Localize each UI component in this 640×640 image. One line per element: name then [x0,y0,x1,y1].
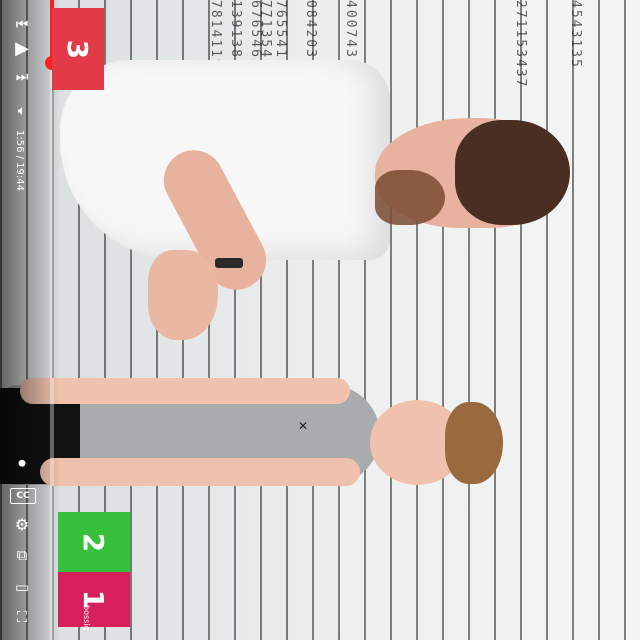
wristwatch [215,258,243,268]
theater-icon[interactable]: ▭ [12,580,32,595]
play-icon[interactable]: ▶ [12,40,32,58]
wall-number-column: 4543135 [568,0,583,69]
person-arm [40,458,360,486]
person-arm [20,378,350,404]
score-box-three: 3 [52,8,104,90]
fullscreen-icon[interactable]: ⛶ [12,610,32,625]
wall-number-column: 271153437 [513,0,528,89]
skip-previous-icon[interactable]: ⏮ [12,18,32,32]
score-value: 2 [77,532,111,552]
volume-icon[interactable]: 🔈︎ [12,104,32,118]
score-box-one: 1 [58,572,130,627]
person-hair [455,120,570,225]
score-box-two: 2 [58,512,130,572]
miniplayer-icon[interactable]: ⧉ [12,548,32,563]
time-display: 1:56 / 19:44 [14,130,25,192]
person-beard [375,170,445,225]
captions-button[interactable]: CC [10,488,36,504]
person-hand [148,250,218,340]
autoplay-toggle[interactable]: ⏺ [12,456,32,471]
shirt-logo: ✕ [298,419,309,433]
video-player[interactable]: 781411954 139138129238 67654653845 76554… [0,0,640,640]
progress-bar[interactable] [50,0,54,640]
skip-next-icon[interactable]: ⏭ [12,70,32,84]
channel-badge: bossig [82,605,91,631]
gear-icon[interactable]: ⚙ [12,517,32,533]
player-controls: ⏮ ▶ ⏭ 🔈︎ 1:56 / 19:44 ⏺ CC ⚙ ⧉ ▭ ⛶ [0,0,60,640]
person-hair [445,402,503,484]
score-value: 3 [61,39,95,59]
